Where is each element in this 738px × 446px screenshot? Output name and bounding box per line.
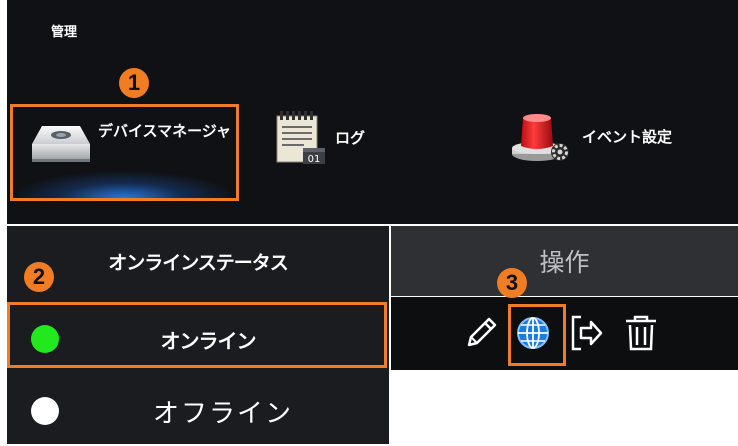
online-status-header: オンラインステータス	[108, 251, 289, 274]
status-option-offline[interactable]: オフライン	[7, 376, 389, 446]
logout-icon[interactable]	[567, 313, 607, 353]
annotation-badge-1: 1	[119, 68, 149, 98]
log-calendar-icon: 01	[276, 111, 325, 165]
log-tile[interactable]: 01 ログ	[275, 110, 365, 166]
offline-indicator	[31, 397, 59, 425]
annotation-badge-2: 2	[24, 262, 54, 292]
annotation-badge-3: 3	[497, 268, 527, 298]
highlight-box-globe	[508, 304, 566, 366]
event-settings-label: イベント設定	[582, 128, 673, 146]
svg-text:01: 01	[308, 154, 321, 165]
highlight-box-device-manager	[10, 104, 239, 201]
alarm-light-icon	[512, 114, 569, 161]
operations-header: 操作	[391, 226, 738, 296]
highlight-box-online	[7, 302, 387, 368]
section-title: 管理	[51, 25, 78, 40]
pencil-icon[interactable]	[461, 313, 501, 353]
event-settings-tile[interactable]: イベント設定	[510, 108, 672, 166]
offline-label: オフライン	[152, 398, 293, 429]
log-label: ログ	[335, 129, 366, 147]
trash-icon[interactable]	[621, 313, 661, 353]
